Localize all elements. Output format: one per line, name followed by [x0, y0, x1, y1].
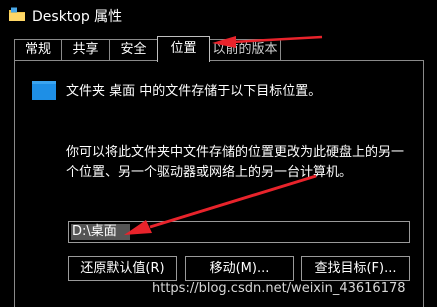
title-bar: Desktop 属性: [0, 0, 437, 32]
move-button[interactable]: 移动(M)...: [185, 256, 294, 281]
tab-general[interactable]: 常规: [14, 39, 62, 61]
folder-icon: [9, 7, 25, 21]
restore-default-button[interactable]: 还原默认值(R): [68, 256, 177, 281]
tab-previous-versions[interactable]: 以前的版本: [209, 39, 281, 61]
find-target-button[interactable]: 查找目标(F)...: [301, 256, 410, 281]
watermark-text: https://blog.csdn.net/weixin_43616178: [152, 281, 406, 296]
location-description-text: 你可以将此文件夹中文件存储的位置更改为此硬盘上的另一个位置、另一个驱动器或网络上…: [66, 145, 405, 180]
tab-security[interactable]: 安全: [109, 39, 158, 61]
window-title: Desktop 属性: [32, 9, 123, 25]
desktop-folder-icon: [32, 81, 56, 100]
tab-sharing[interactable]: 共享: [61, 39, 110, 61]
tab-location[interactable]: 位置: [157, 36, 210, 62]
location-header-text: 文件夹 桌面 中的文件存储于以下目标位置。: [66, 84, 322, 99]
location-path-input[interactable]: D:\桌面: [68, 221, 410, 243]
location-path-value: D:\桌面: [72, 224, 117, 239]
